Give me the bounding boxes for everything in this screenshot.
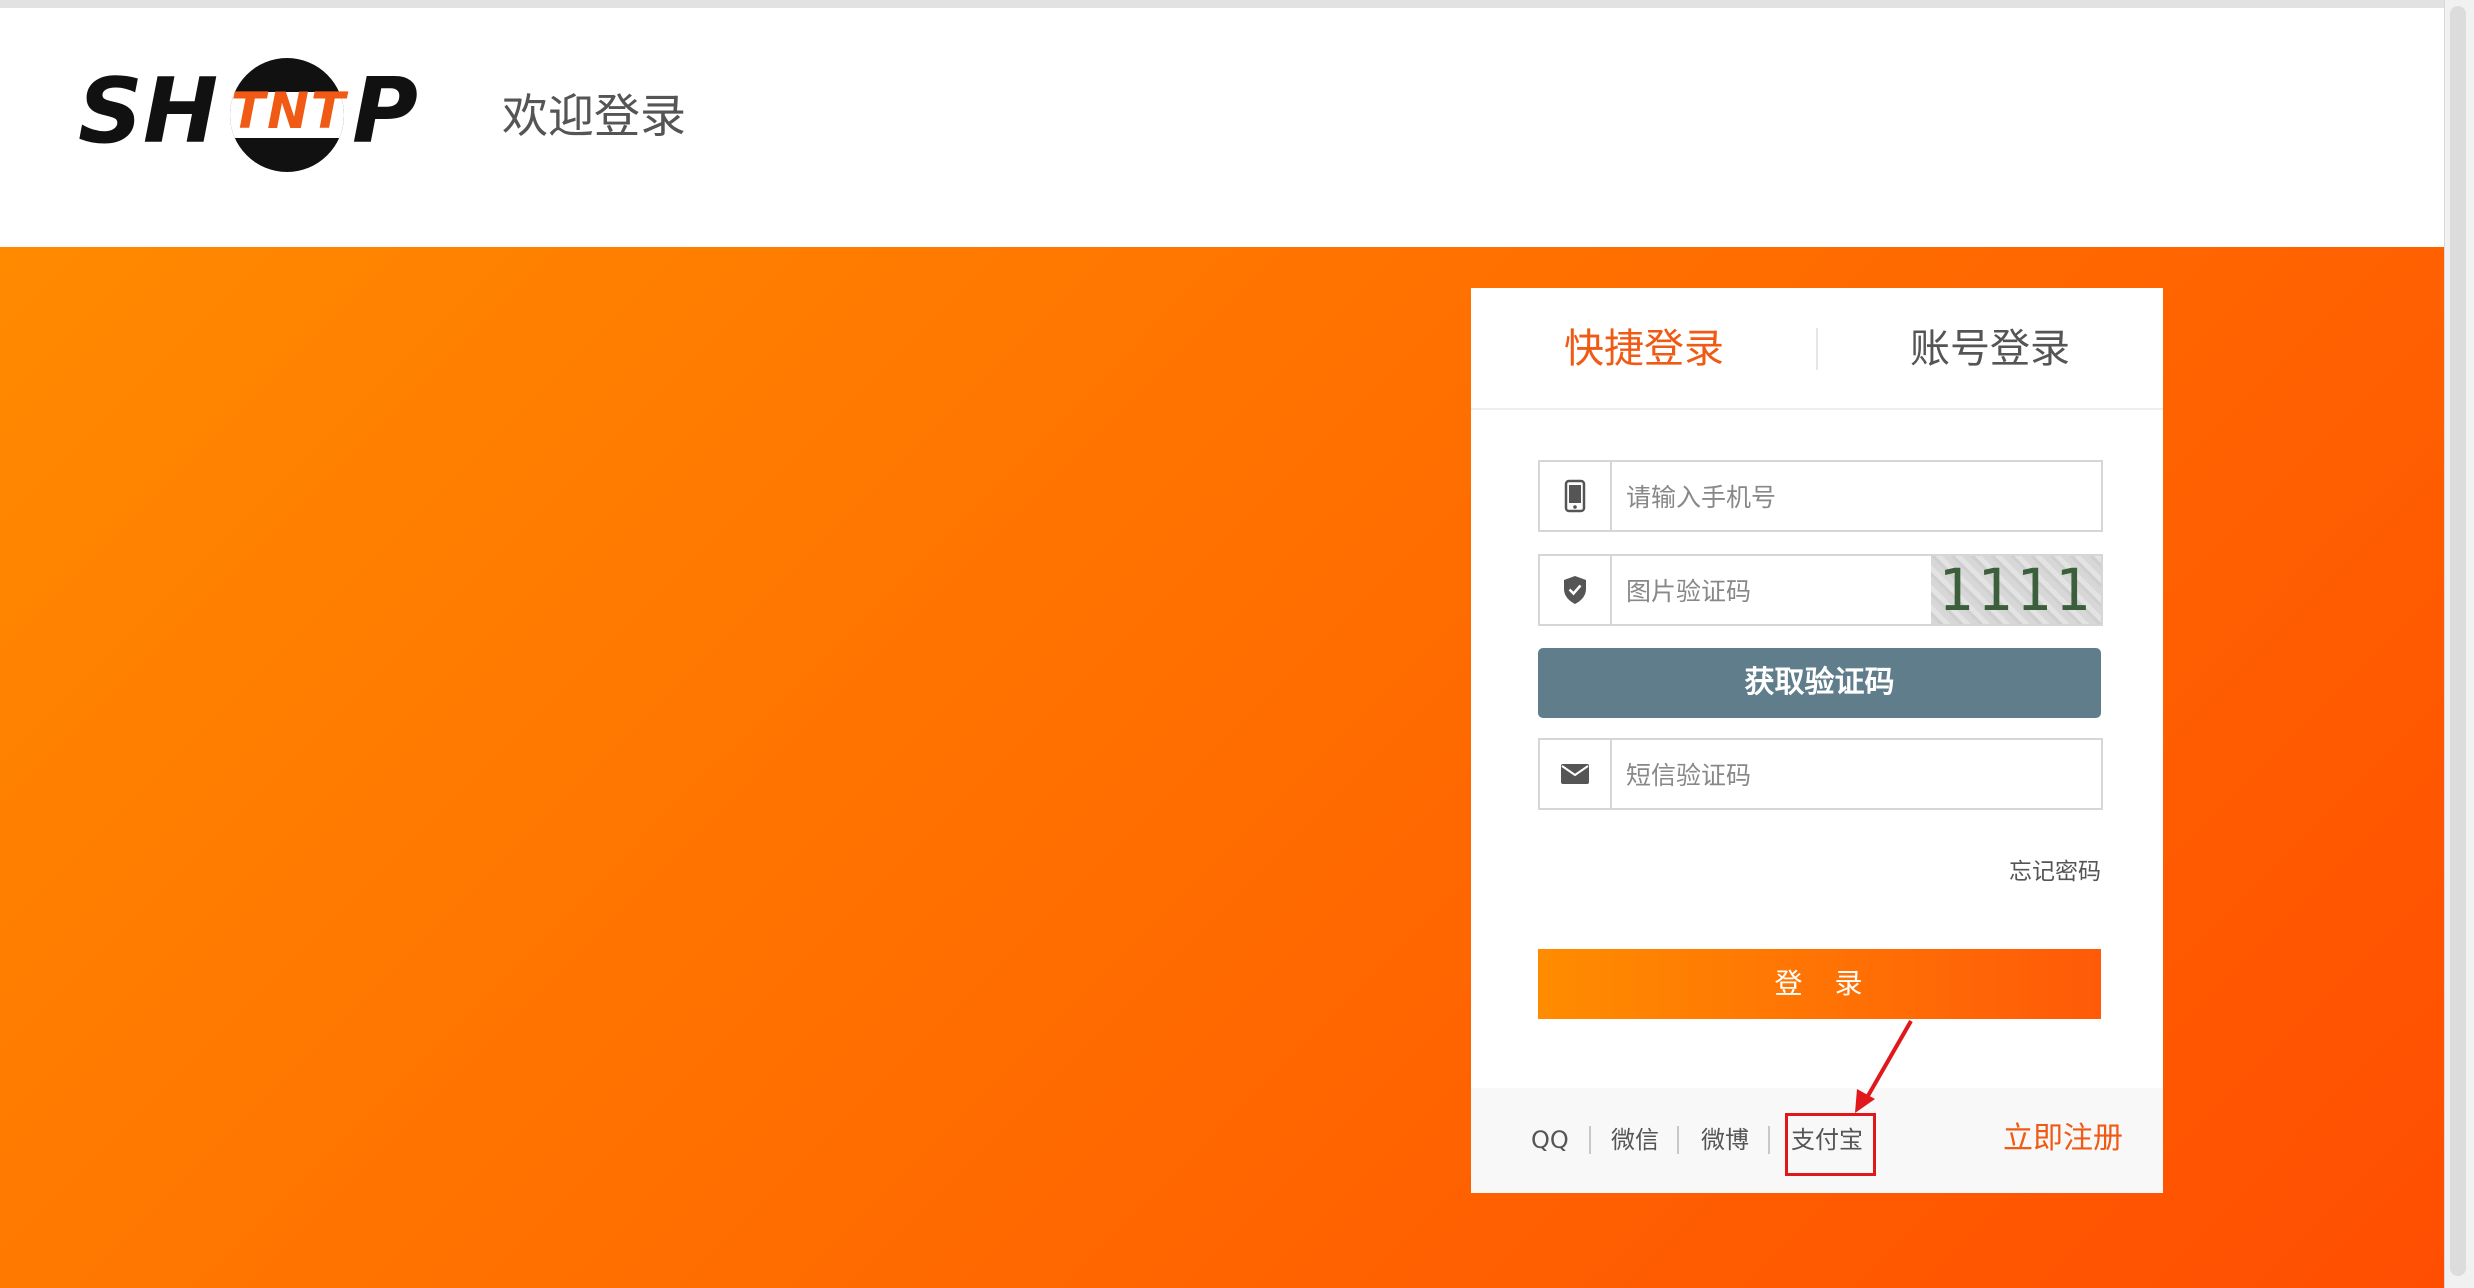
- captcha-field: 1111: [1538, 554, 2103, 626]
- wechat-login-link[interactable]: 微信: [1611, 1120, 1659, 1160]
- page-title: 欢迎登录: [502, 89, 686, 143]
- mobile-phone-icon: [1540, 462, 1612, 530]
- logo-text-right: P: [352, 59, 418, 164]
- captcha-input[interactable]: [1624, 566, 1928, 616]
- browser-top-edge: [0, 0, 2444, 8]
- tab-quick-login[interactable]: 快捷登录: [1471, 316, 1817, 382]
- social-divider: [1677, 1126, 1679, 1154]
- weibo-login-link[interactable]: 微博: [1701, 1120, 1749, 1160]
- tab-account-login[interactable]: 账号登录: [1817, 316, 2163, 382]
- captcha-image[interactable]: 1111: [1931, 556, 2101, 624]
- phone-field: [1538, 460, 2103, 532]
- register-link[interactable]: 立即注册: [2003, 1116, 2123, 1162]
- captcha-image-text: 1111: [1938, 556, 2094, 624]
- site-header: SH TNT P 欢迎登录: [0, 8, 2444, 247]
- logo-text-left: SH: [78, 59, 219, 164]
- sms-field: [1538, 738, 2103, 810]
- site-logo[interactable]: SH TNT P: [78, 54, 422, 172]
- login-tabs: 快捷登录 账号登录: [1471, 288, 2163, 410]
- scrollbar-thumb[interactable]: [2450, 6, 2466, 1276]
- logo-text-mid: TNT: [230, 82, 348, 140]
- get-code-button[interactable]: 获取验证码: [1538, 648, 2101, 718]
- social-divider: [1768, 1126, 1770, 1154]
- annotation-highlight-box: [1785, 1113, 1876, 1176]
- login-button[interactable]: 登 录: [1538, 949, 2101, 1019]
- sms-code-input[interactable]: [1624, 750, 1928, 800]
- envelope-icon: [1540, 740, 1612, 808]
- qq-login-link[interactable]: QQ: [1531, 1120, 1569, 1160]
- forgot-password-link[interactable]: 忘记密码: [2009, 854, 2101, 890]
- annotation-arrow-icon: [1855, 1020, 1913, 1113]
- shield-check-icon: [1540, 556, 1612, 624]
- phone-input[interactable]: [1624, 472, 2088, 522]
- login-card: 快捷登录 账号登录 1111 获取验证码 忘记密码 登 录 QQ 微信 微博 支…: [1471, 288, 2163, 1193]
- social-divider: [1589, 1126, 1591, 1154]
